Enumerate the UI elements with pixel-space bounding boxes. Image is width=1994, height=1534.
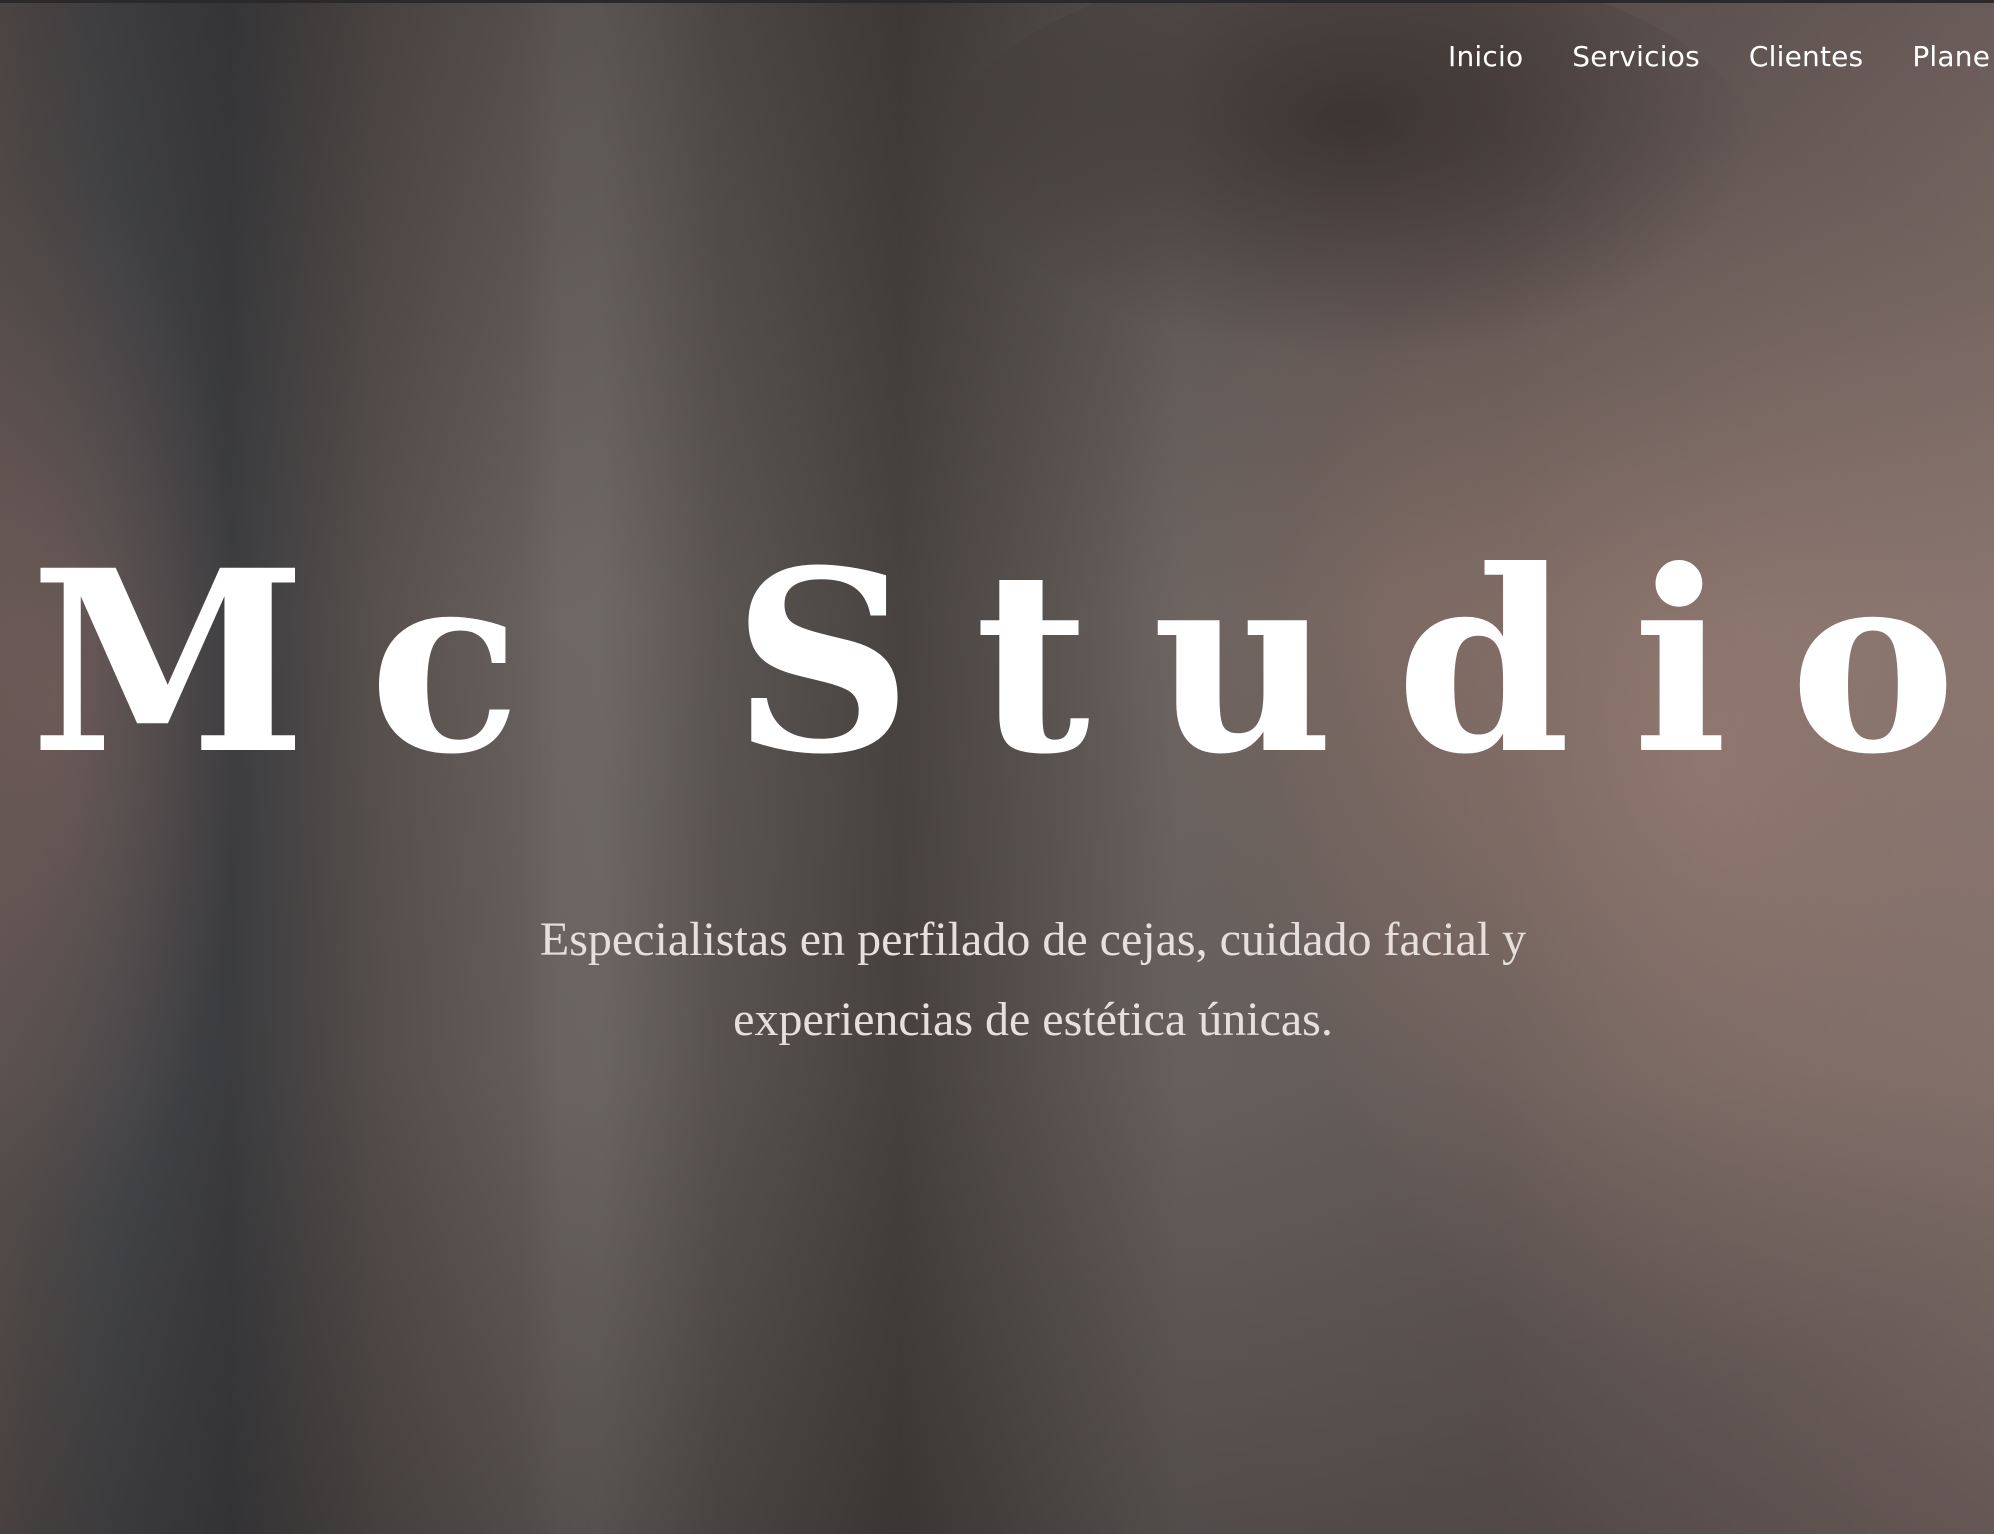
nav-link-clientes[interactable]: Clientes — [1749, 38, 1863, 76]
hero-subtitle-line-1: Especialistas en perfilado de cejas, cui… — [539, 913, 1527, 966]
nav-link-servicios[interactable]: Servicios — [1572, 38, 1700, 76]
main-nav: Inicio Servicios Clientes Plane — [1448, 38, 1990, 76]
nav-link-inicio[interactable]: Inicio — [1448, 38, 1523, 76]
hero-section: Inicio Servicios Clientes Plane Mc Studi… — [0, 0, 1994, 1534]
hero-title: Mc Studio — [30, 515, 1994, 809]
top-edge-bar — [0, 0, 1994, 3]
hero-subtitle-line-2: experiencias de estética únicas. — [733, 993, 1333, 1046]
nav-link-planes[interactable]: Plane — [1912, 38, 1990, 76]
hero-subtitle: Especialistas en perfilado de cejas, cui… — [0, 900, 1994, 1060]
